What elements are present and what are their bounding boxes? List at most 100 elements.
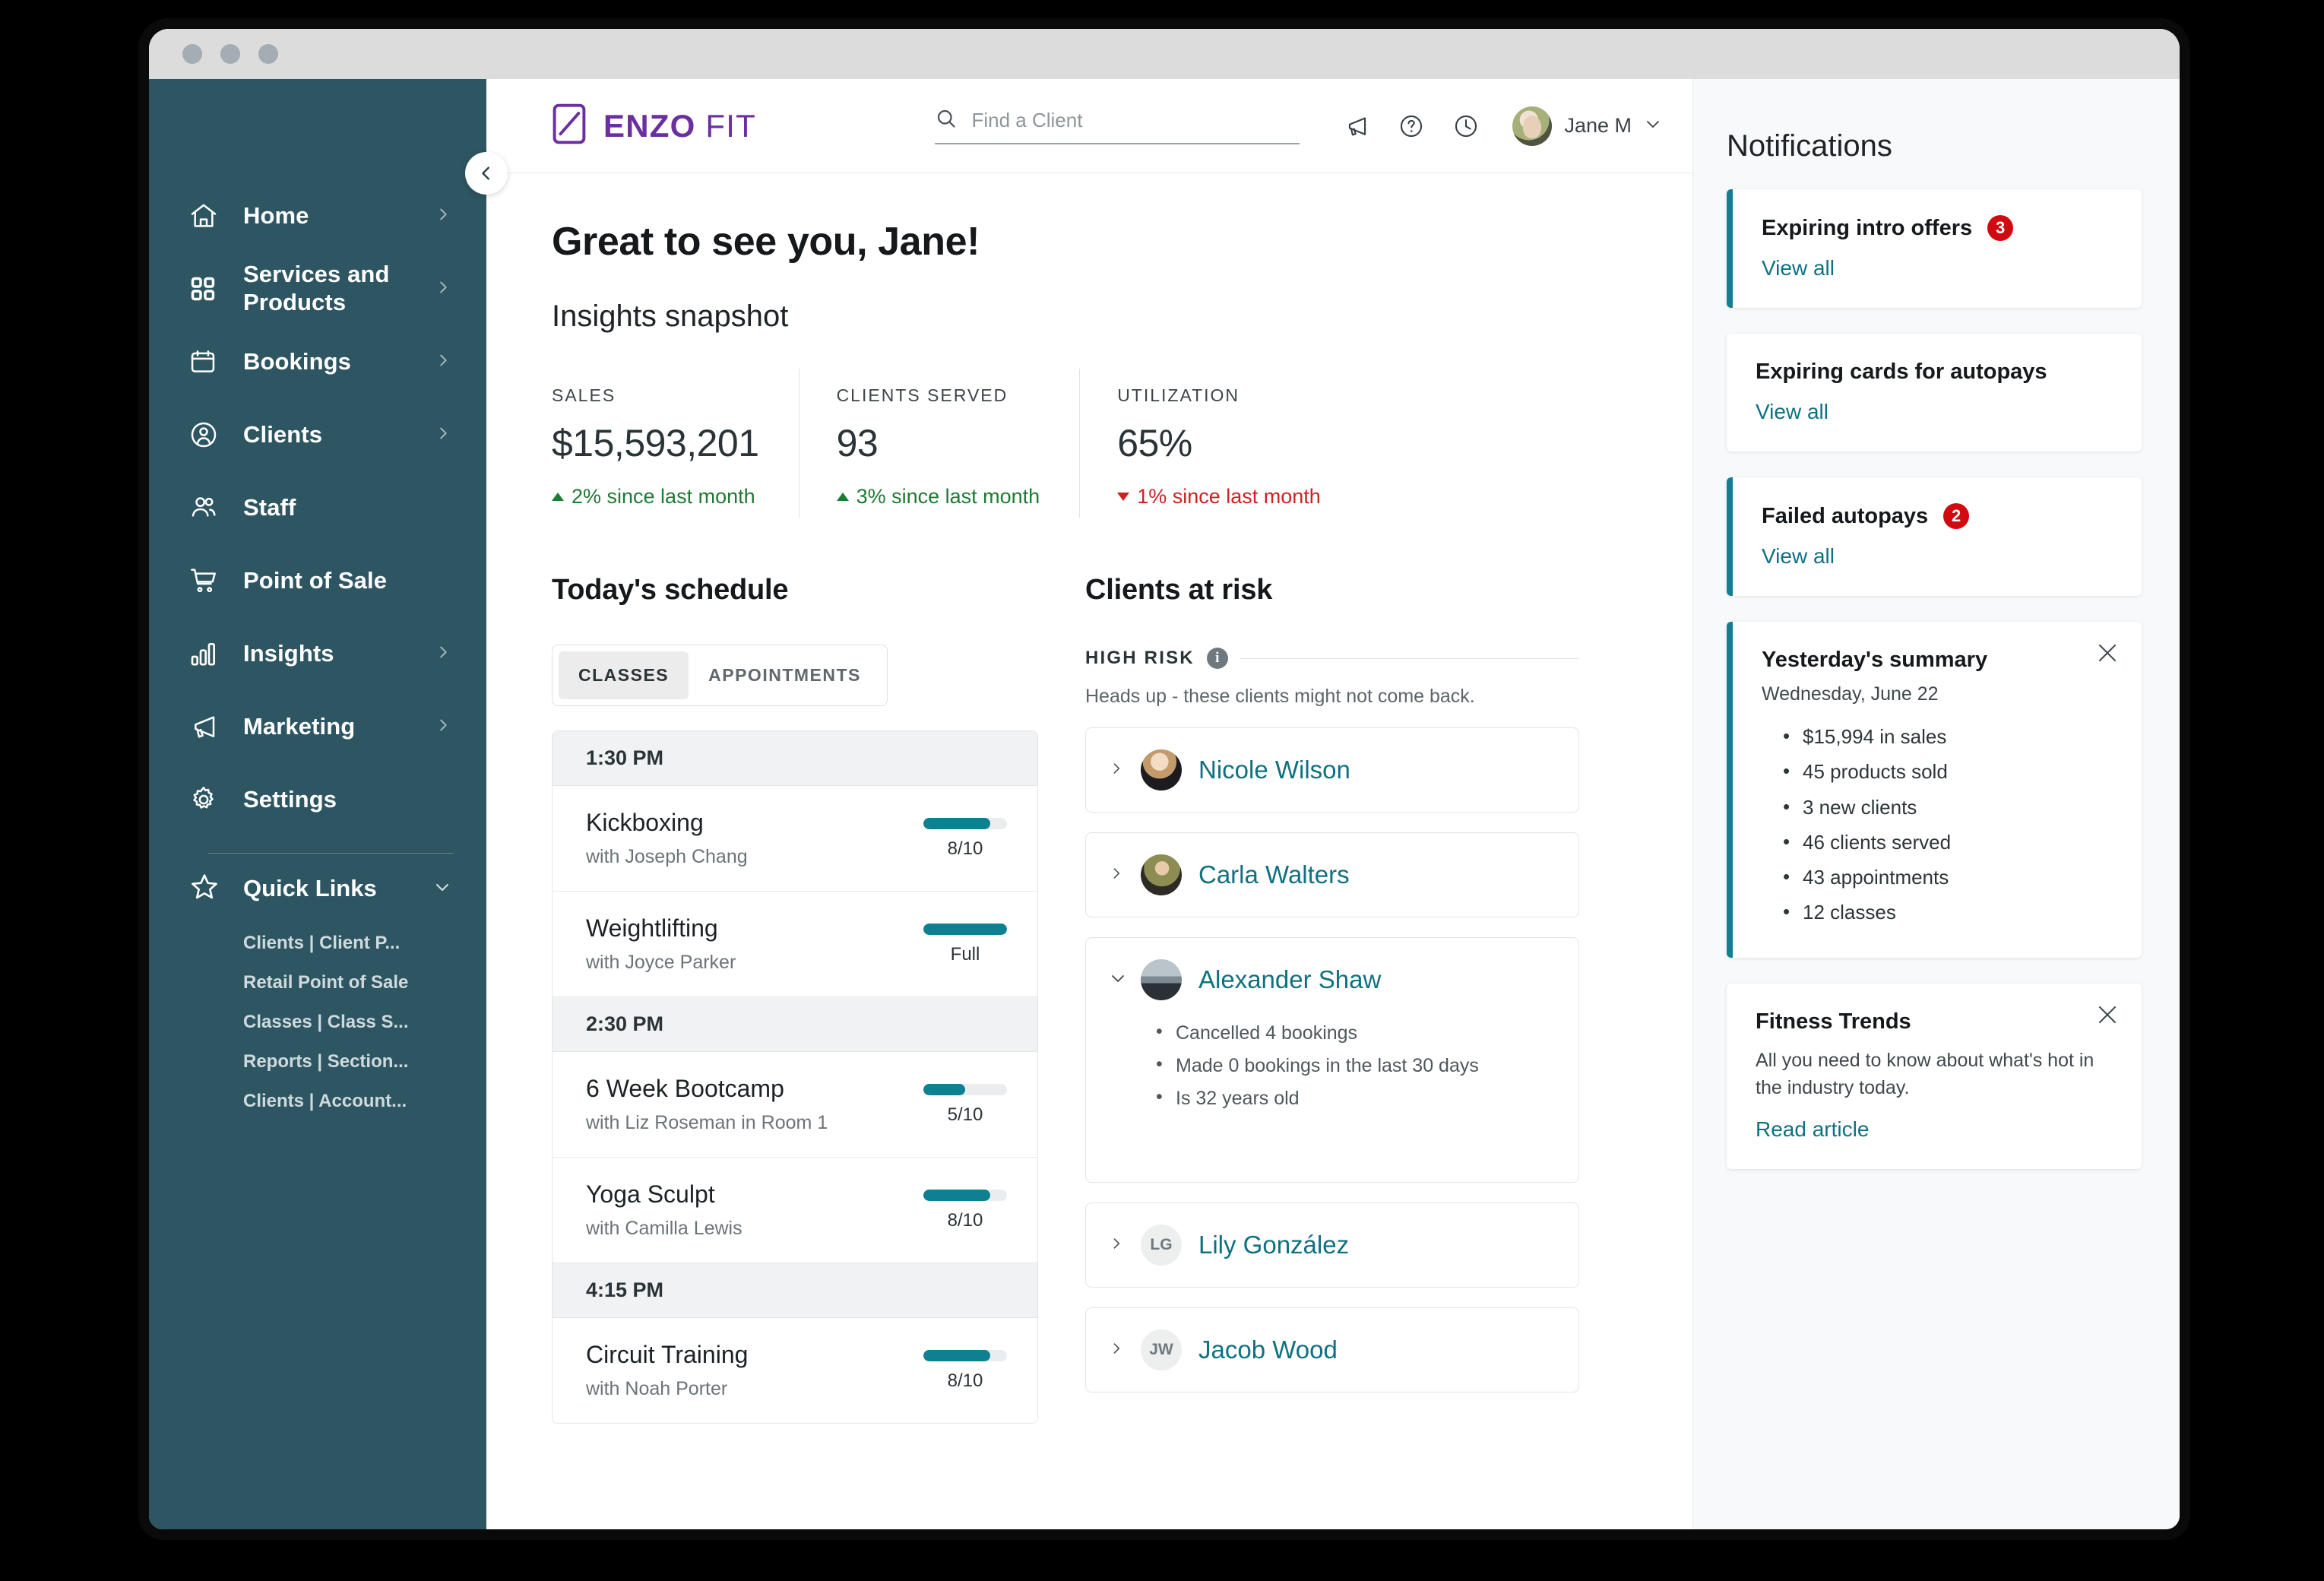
sidebar-item-settings[interactable]: Settings	[149, 763, 486, 836]
calendar-icon	[188, 347, 223, 376]
quick-link-item[interactable]: Reports | Section...	[149, 1042, 486, 1082]
view-all-link[interactable]: View all	[1762, 544, 1835, 569]
class-capacity: 8/10	[923, 1349, 1007, 1392]
sidebar-collapse-button[interactable]	[465, 152, 508, 195]
risk-client-card-expanded[interactable]: Alexander Shaw Cancelled 4 bookings Made…	[1085, 937, 1579, 1183]
chevron-down-icon[interactable]	[1109, 969, 1124, 991]
home-icon	[188, 201, 223, 231]
chevron-right-icon[interactable]	[1109, 1234, 1124, 1257]
risk-client-row: JW Jacob Wood	[1109, 1329, 1556, 1370]
sidebar-item-services-and-products[interactable]: Services and Products	[149, 252, 486, 325]
view-all-link[interactable]: View all	[1762, 256, 1835, 280]
risk-client-card[interactable]: Nicole Wilson	[1085, 727, 1579, 813]
risk-client-card[interactable]: Carla Walters	[1085, 832, 1579, 917]
client-name[interactable]: Jacob Wood	[1198, 1335, 1338, 1364]
clock-icon[interactable]	[1453, 113, 1479, 139]
schedule-row[interactable]: 6 Week Bootcamp with Liz Roseman in Room…	[553, 1052, 1037, 1158]
client-name[interactable]: Lily González	[1198, 1231, 1349, 1259]
schedule-row[interactable]: Kickboxing with Joseph Chang 8/10	[553, 786, 1037, 892]
chevron-right-icon[interactable]	[1109, 863, 1124, 887]
client-name[interactable]: Carla Walters	[1198, 860, 1350, 889]
sidebar-item-clients[interactable]: Clients	[149, 398, 486, 471]
window-close-dot[interactable]	[182, 44, 202, 64]
tab-classes[interactable]: CLASSES	[559, 651, 689, 699]
sidebar-item-insights[interactable]: Insights	[149, 617, 486, 690]
client-name[interactable]: Alexander Shaw	[1198, 965, 1381, 994]
avatar-initials: LG	[1141, 1225, 1182, 1266]
notification-card-yesterdays-summary: Yesterday's summary Wednesday, June 22 $…	[1727, 622, 2142, 958]
sidebar-item-label: Staff	[243, 493, 296, 521]
risk-detail-item: Cancelled 4 bookings	[1156, 1015, 1556, 1050]
sidebar-item-staff[interactable]: Staff	[149, 471, 486, 544]
notification-header: Expiring cards for autopays	[1756, 360, 2113, 385]
window-maximize-dot[interactable]	[258, 44, 278, 64]
client-search[interactable]	[935, 107, 1300, 144]
brand-name-light: FIT	[705, 107, 756, 144]
sidebar-item-label: Services and Products	[243, 261, 390, 315]
user-menu[interactable]: Jane M	[1512, 106, 1662, 146]
enzo-logo-icon	[552, 103, 587, 149]
question-circle-icon[interactable]	[1398, 113, 1424, 139]
info-icon[interactable]: i	[1206, 648, 1228, 669]
brand-logo[interactable]: ENZO FIT	[552, 103, 756, 149]
read-article-link[interactable]: Read article	[1756, 1117, 1869, 1142]
schedule-row[interactable]: Circuit Training with Noah Porter 8/10	[553, 1318, 1037, 1423]
chevron-right-icon[interactable]	[1109, 1339, 1124, 1362]
metric-delta: 2% since last month	[552, 485, 759, 509]
risk-client-card[interactable]: JW Jacob Wood	[1085, 1307, 1579, 1392]
class-instructor: with Joyce Parker	[586, 952, 736, 973]
chevron-right-icon	[435, 352, 451, 372]
quick-link-item[interactable]: Retail Point of Sale	[149, 963, 486, 1003]
schedule-row-main: 6 Week Bootcamp with Liz Roseman in Room…	[586, 1075, 923, 1134]
tab-appointments[interactable]: APPOINTMENTS	[689, 651, 881, 699]
view-all-link[interactable]: View all	[1756, 400, 1828, 424]
risk-title: Clients at risk	[1085, 574, 1273, 606]
quick-link-item[interactable]: Clients | Account...	[149, 1082, 486, 1121]
capacity-fill	[923, 1349, 990, 1361]
sidebar-item-home[interactable]: Home	[149, 179, 486, 252]
sidebar: Home Services and Products Bookings Clie…	[149, 79, 508, 1529]
avatar	[1141, 959, 1182, 1000]
notification-card-expiring-intro-offers[interactable]: Expiring intro offers 3 View all	[1727, 189, 2142, 308]
window-minimize-dot[interactable]	[220, 44, 240, 64]
chevron-right-icon[interactable]	[1109, 759, 1124, 782]
metric-sales: SALES $15,593,201 2% since last month	[552, 369, 799, 518]
quick-link-item[interactable]: Classes | Class S...	[149, 1003, 486, 1042]
gear-icon	[188, 784, 223, 815]
search-icon	[935, 107, 958, 134]
schedule-row[interactable]: Weightlifting with Joyce Parker Full	[553, 892, 1037, 997]
client-name[interactable]: Nicole Wilson	[1198, 756, 1350, 784]
summary-item: $15,994 in sales	[1781, 718, 2113, 754]
notification-header: Failed autopays 2	[1762, 503, 2113, 529]
capacity-fill	[923, 1189, 990, 1201]
status-badge: 2	[1943, 503, 1970, 529]
sidebar-item-point-of-sale[interactable]: Point of Sale	[149, 544, 486, 617]
trend-up-icon	[552, 493, 564, 501]
capacity-text: Full	[950, 943, 980, 965]
sidebar-item-marketing[interactable]: Marketing	[149, 690, 486, 763]
risk-section-label: HIGH RISK	[1085, 648, 1195, 668]
class-instructor: with Joseph Chang	[586, 846, 748, 867]
sidebar-item-label: Settings	[243, 785, 337, 813]
bar-chart-icon	[188, 638, 223, 669]
summary-item: 45 products sold	[1781, 753, 2113, 789]
risk-client-card[interactable]: LG Lily González	[1085, 1202, 1579, 1288]
close-icon[interactable]	[2096, 642, 2119, 664]
notification-card-expiring-cards-for-autopays[interactable]: Expiring cards for autopays View all	[1727, 334, 2142, 451]
app-body: Home Services and Products Bookings Clie…	[149, 79, 2180, 1529]
quick-link-item[interactable]: Clients | Client P...	[149, 924, 486, 963]
chevron-right-icon	[435, 279, 451, 299]
schedule-row[interactable]: Yoga Sculpt with Camilla Lewis 8/10	[553, 1158, 1037, 1263]
class-capacity: 8/10	[923, 817, 1007, 860]
close-icon[interactable]	[2096, 1003, 2119, 1026]
search-input[interactable]	[971, 109, 1300, 132]
metric-utilization: UTILIZATION 65% 1% since last month	[1079, 369, 1360, 518]
chevron-down-icon	[1644, 115, 1662, 137]
notification-card-failed-autopays[interactable]: Failed autopays 2 View all	[1727, 477, 2142, 596]
sidebar-item-label: Point of Sale	[243, 566, 388, 594]
sidebar-item-bookings[interactable]: Bookings	[149, 325, 486, 398]
chevron-down-icon[interactable]	[433, 878, 451, 900]
megaphone-icon[interactable]	[1344, 113, 1369, 139]
sidebar-item-label: Home	[243, 201, 309, 229]
sidebar-quick-links-header[interactable]: Quick Links	[149, 854, 486, 924]
